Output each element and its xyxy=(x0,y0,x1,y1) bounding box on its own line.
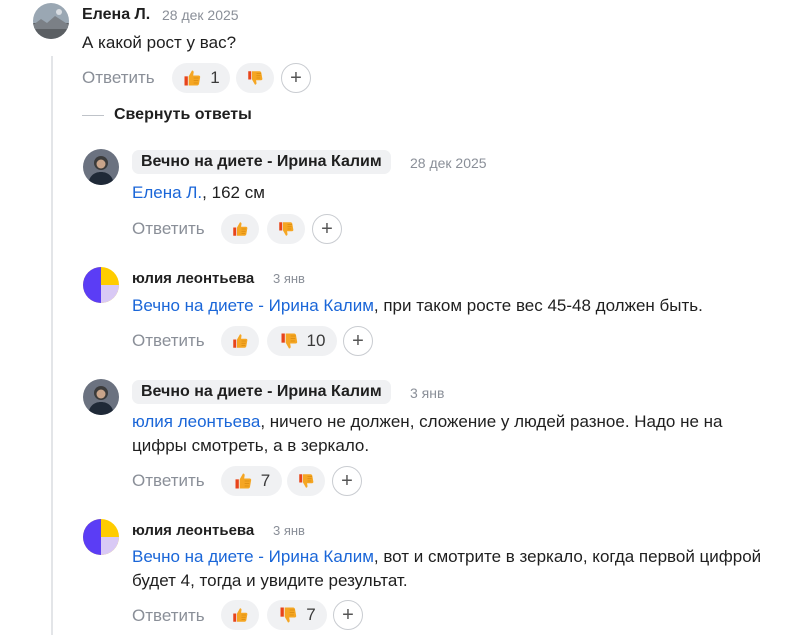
comment-text: юлия леонтьева, ничего не должен, сложен… xyxy=(132,410,772,458)
comment-author[interactable]: Елена Л. xyxy=(82,6,150,24)
like-count: 1 xyxy=(210,68,220,87)
thumbs-up-icon xyxy=(231,219,249,239)
dislike-button[interactable]: 10 xyxy=(267,326,337,356)
add-reaction-button[interactable]: + xyxy=(332,466,362,496)
reply-button[interactable]: Ответить xyxy=(132,331,205,351)
comment-date: 3 янв xyxy=(410,385,445,401)
avatar[interactable] xyxy=(83,149,119,185)
comment-body: , при таком росте вес 45-48 должен быть. xyxy=(373,296,703,315)
comment-author-chip[interactable]: Вечно на диете - Ирина Калим xyxy=(132,380,391,404)
comment-author-chip[interactable]: Вечно на диете - Ирина Калим xyxy=(132,150,391,174)
mention-link[interactable]: Елена Л. xyxy=(132,183,202,202)
add-reaction-button[interactable]: + xyxy=(312,214,342,244)
dislike-button[interactable] xyxy=(287,466,325,496)
add-reaction-button[interactable]: + xyxy=(343,326,373,356)
thumbs-down-icon xyxy=(297,471,315,491)
collapse-line xyxy=(82,114,104,116)
reply-button[interactable]: Ответить xyxy=(132,471,205,491)
thumbs-down-icon xyxy=(278,605,298,625)
like-button[interactable] xyxy=(221,600,259,630)
comment-author[interactable]: юлия леонтьева xyxy=(132,522,254,539)
collapse-label: Свернуть ответы xyxy=(114,106,252,123)
mention-link[interactable]: Вечно на диете - Ирина Калим xyxy=(132,296,374,315)
avatar[interactable] xyxy=(83,267,119,303)
like-count: 7 xyxy=(260,471,271,490)
thumbs-up-icon xyxy=(231,331,249,351)
avatar[interactable] xyxy=(83,379,119,415)
comment-text: Елена Л., 162 см xyxy=(132,181,782,205)
comment-text: А какой рост у вас? xyxy=(82,33,237,52)
comment-date: 3 янв xyxy=(273,271,305,286)
comment-body: , 162 см xyxy=(202,183,265,202)
reply-button[interactable]: Ответить xyxy=(132,219,205,239)
like-button[interactable]: 1 xyxy=(172,63,230,93)
mention-link[interactable]: юлия леонтьева xyxy=(132,412,260,431)
reply-button[interactable]: Ответить xyxy=(132,606,205,626)
avatar[interactable] xyxy=(33,3,69,39)
comment-text: Вечно на диете - Ирина Калим, вот и смот… xyxy=(132,545,772,593)
avatar[interactable] xyxy=(83,519,119,555)
mention-link[interactable]: Вечно на диете - Ирина Калим xyxy=(132,547,374,566)
thumbs-down-icon xyxy=(277,219,295,239)
dislike-button[interactable] xyxy=(236,63,274,93)
reply-button[interactable]: Ответить xyxy=(82,68,155,88)
thumbs-up-icon xyxy=(233,471,253,491)
dislike-count: 7 xyxy=(306,605,316,624)
thumbs-up-icon xyxy=(231,605,249,625)
thread-line xyxy=(51,56,53,635)
comment-date: 3 янв xyxy=(273,523,305,538)
like-button[interactable] xyxy=(221,214,259,244)
add-reaction-button[interactable]: + xyxy=(333,600,363,630)
comment-date: 28 дек 2025 xyxy=(162,7,239,23)
add-reaction-button[interactable]: + xyxy=(281,63,311,93)
thumbs-down-icon xyxy=(279,331,299,351)
dislike-button[interactable]: 7 xyxy=(267,600,327,630)
thumbs-down-icon xyxy=(246,68,264,88)
collapse-replies-button[interactable]: Свернуть ответы xyxy=(82,106,252,124)
like-button[interactable]: 7 xyxy=(221,466,282,496)
comment-text: Вечно на диете - Ирина Калим, при таком … xyxy=(132,294,782,318)
comment-date: 28 дек 2025 xyxy=(410,155,487,171)
comment-author[interactable]: юлия леонтьева xyxy=(132,270,254,287)
thumbs-up-icon xyxy=(182,68,202,88)
dislike-count: 10 xyxy=(306,331,326,350)
dislike-button[interactable] xyxy=(267,214,305,244)
like-button[interactable] xyxy=(221,326,259,356)
